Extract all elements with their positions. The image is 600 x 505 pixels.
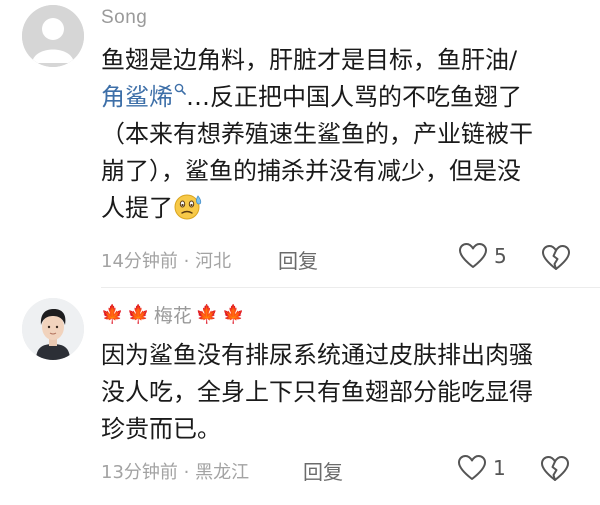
comment-line: 鱼翅是边角料，肝脏才是目标，鱼肝油/ <box>101 46 518 74</box>
comment-line: 珍贵而已。 <box>101 415 221 443</box>
maple-leaf-icon: 🍁 <box>195 303 219 325</box>
like-button[interactable]: 1 <box>457 454 506 482</box>
comment-1: Song 鱼翅是边角料，肝脏才是目标，鱼肝油/ 角鲨烯 …反正把中国人骂的不吃鱼翅… <box>0 0 600 288</box>
location: 河北 <box>195 251 232 272</box>
username-text: 梅花 <box>153 305 192 327</box>
dislike-button[interactable] <box>540 455 570 487</box>
comment-line: 人提了 <box>101 190 571 231</box>
timestamp: 14分钟前 <box>101 251 178 272</box>
comment-meta: 13分钟前 · 黑龙江 <box>101 458 249 484</box>
dislike-button[interactable] <box>541 244 571 276</box>
keyword-link[interactable]: 角鲨烯 <box>101 83 186 111</box>
comment-line: （本来有想养殖速生鲨鱼的，产业链被干 <box>101 120 533 148</box>
username[interactable]: 🍁 🍁 梅花 🍁 🍁 <box>101 301 245 328</box>
username[interactable]: Song <box>101 7 147 29</box>
comment-meta: 14分钟前 · 河北 <box>101 247 231 273</box>
heart-icon <box>459 243 487 268</box>
reply-button[interactable]: 回复 <box>278 245 318 274</box>
like-button[interactable]: 5 <box>458 242 507 270</box>
like-count: 5 <box>494 244 507 268</box>
comment-line: 没人吃，全身上下只有鱼翅部分能吃显得 <box>101 378 533 406</box>
like-count: 1 <box>493 456 506 480</box>
location: 黑龙江 <box>195 462 250 483</box>
broken-heart-icon <box>541 456 569 481</box>
meta-separator: · <box>183 251 196 272</box>
comment-line: 角鲨烯 …反正把中国人骂的不吃鱼翅了 <box>101 83 522 111</box>
comment-text: 因为鲨鱼没有排尿系统通过皮肤排出肉骚 没人吃，全身上下只有鱼翅部分能吃显得 珍贵… <box>101 337 571 448</box>
comment-line: 崩了），鲨鱼的捕杀并没有减少，但是没 <box>101 157 521 185</box>
comment-2: 🍁 🍁 梅花 🍁 🍁 因为鲨鱼没有排尿系统通过皮肤排出肉骚 没人吃，全身上下只有… <box>0 288 600 505</box>
avatar[interactable] <box>22 5 84 67</box>
heart-icon <box>458 455 486 480</box>
comment-text: 鱼翅是边角料，肝脏才是目标，鱼肝油/ 角鲨烯 …反正把中国人骂的不吃鱼翅了 （本来… <box>101 42 571 231</box>
meta-separator: · <box>183 462 196 483</box>
reply-button[interactable]: 回复 <box>303 456 343 485</box>
comment-line: 因为鲨鱼没有排尿系统通过皮肤排出肉骚 <box>101 341 533 369</box>
sweat-face-emoji <box>173 192 203 231</box>
avatar[interactable] <box>22 298 84 360</box>
maple-leaf-icon: 🍁 <box>222 303 245 325</box>
search-icon <box>174 83 186 95</box>
broken-heart-icon <box>542 245 570 270</box>
timestamp: 13分钟前 <box>101 462 178 483</box>
maple-leaf-icon: 🍁 <box>127 303 150 325</box>
maple-leaf-icon: 🍁 <box>101 303 124 325</box>
